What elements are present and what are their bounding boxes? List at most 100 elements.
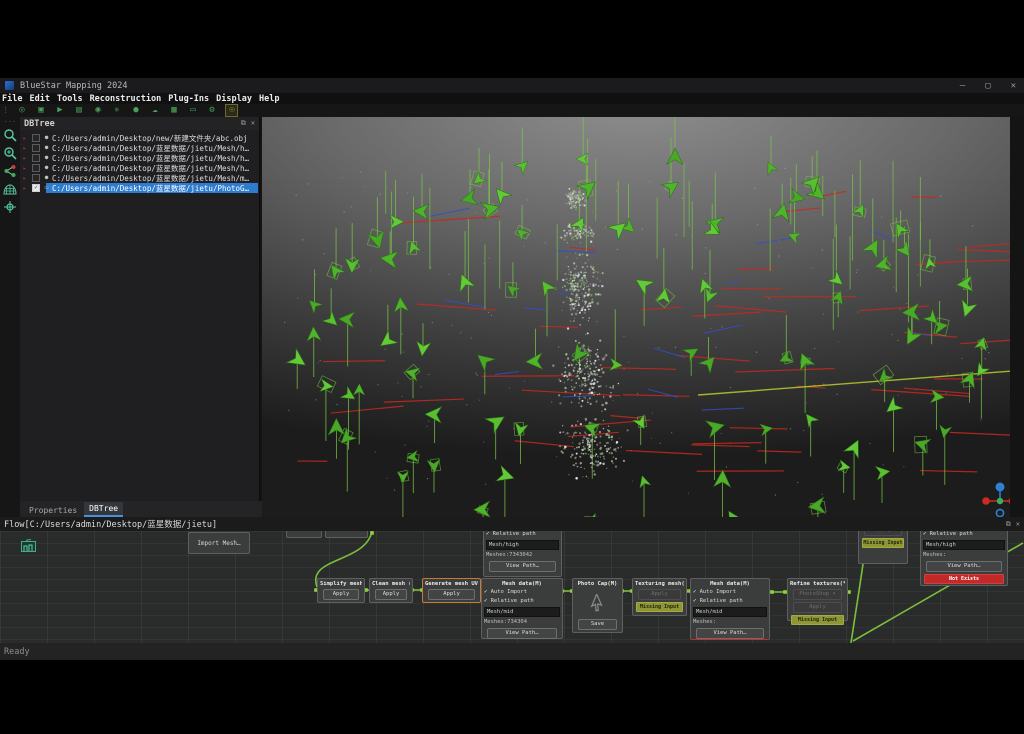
cloud-icon[interactable]: ☁ — [149, 105, 160, 116]
flow-node-generate-mesh-uv[interactable]: Generate mesh UV(*)Apply — [422, 578, 481, 603]
node-title: Mesh data(M) — [484, 581, 560, 587]
flow-node-clean-mesh[interactable]: Clean mesh (*)Apply — [369, 578, 413, 603]
flow-folder-icon[interactable] — [21, 537, 36, 556]
node-button[interactable]: View Path… — [489, 561, 556, 572]
main-area: ··· DBTree ⧉ ✕ ▸●C:/Users/admin/Desktop/… — [0, 117, 1024, 517]
close-button[interactable]: ✕ — [1011, 81, 1016, 91]
node-button[interactable]: View Path… — [696, 628, 764, 639]
node-button[interactable]: View Path… — [487, 628, 557, 639]
float-panel-icon[interactable]: ⧉ — [1006, 520, 1011, 529]
tree-item[interactable]: ▸●C:/Users/admin/Desktop/蓝星数据/jietu/Mesh… — [20, 173, 259, 183]
tree-item-checkbox[interactable] — [32, 134, 40, 142]
node-checkbox[interactable]: ✓ Relative path — [693, 598, 767, 605]
tab-properties[interactable]: Properties — [24, 504, 82, 517]
tree-expand-icon[interactable]: ▸ — [20, 135, 29, 142]
node-button-disabled: Apply — [638, 589, 681, 600]
node-button[interactable]: Apply — [375, 589, 407, 600]
menu-item-reconstruction[interactable]: Reconstruction — [90, 94, 162, 104]
viewport-3d[interactable] — [262, 117, 1010, 517]
menu-item-plug-ins[interactable]: Plug-Ins — [168, 94, 209, 104]
node-button[interactable]: Save — [578, 619, 617, 630]
flow-node-simplify-mesh[interactable]: Simplify mesh(*)Apply — [317, 578, 365, 603]
flow-node-refine-textures[interactable]: Refine textures(*)PhotoShop ▾ApplyMissin… — [787, 578, 848, 621]
tree-item-checkbox[interactable] — [32, 154, 40, 162]
node-title: Photo Cap(M) — [575, 581, 620, 587]
node-path-input[interactable]: Mesh/high — [923, 540, 1005, 550]
menu-item-file[interactable]: File — [2, 94, 22, 104]
menu-item-help[interactable]: Help — [259, 94, 279, 104]
tree-expand-icon[interactable]: ▸ — [20, 175, 29, 182]
node-info-text: Meshes:734304 — [484, 619, 560, 626]
flow-node-photo-cap[interactable]: Photo Cap(M) Save — [572, 578, 623, 633]
flow-node-stub-c[interactable]: ApplyMissing Input — [858, 531, 908, 564]
tree-expand-icon[interactable]: ▸ — [20, 155, 29, 162]
node-path-input[interactable]: Mesh/mid — [484, 607, 560, 617]
document-icon[interactable]: ▤ — [73, 105, 84, 116]
layers-icon[interactable]: ▦ — [168, 105, 179, 116]
tree-item[interactable]: ▸✓▭C:/Users/admin/Desktop/蓝星数据/jietu/Pho… — [20, 183, 259, 193]
flow-node-mesh-data-mid[interactable]: Mesh data(M) ✓ Auto Import ✓ Relative path… — [481, 578, 563, 639]
tree-expand-icon[interactable]: ▸ — [20, 145, 29, 152]
status-bar: Ready — [0, 643, 1024, 660]
pointer-icon[interactable]: ▶ — [54, 105, 65, 116]
tree-item[interactable]: ▸●C:/Users/admin/Desktop/new/新建文件夹/abc.o… — [20, 133, 259, 143]
tab-dbtree[interactable]: DBTree — [84, 502, 123, 517]
navigate-target-icon[interactable]: ◎ — [16, 105, 27, 116]
viewport-scene — [262, 117, 1010, 517]
node-checkbox[interactable]: ✓ Auto Import — [693, 589, 767, 596]
float-panel-icon[interactable]: ⧉ — [241, 119, 246, 128]
tree-item-checkbox[interactable] — [32, 174, 40, 182]
node-checkbox[interactable]: ✓ Auto Import — [484, 589, 560, 596]
memory-card-icon[interactable]: ▭ — [187, 105, 198, 116]
node-dot-icon: ● — [43, 163, 50, 173]
node-path-input[interactable]: Mesh/high — [486, 540, 559, 550]
flow-node-mesh-data-high-top[interactable]: ✓ Relative pathMesh/highMeshes:7343042Vi… — [483, 531, 562, 577]
maximize-button[interactable]: ▢ — [985, 81, 990, 91]
flow-node-mesh-data-high-right[interactable]: ✓ Relative path Mesh/high Meshes: View Path… — [920, 531, 1008, 586]
node-button[interactable]: Apply — [323, 589, 359, 600]
tree-item-checkbox[interactable] — [32, 164, 40, 172]
node-button[interactable]: View Path… — [926, 561, 1002, 572]
tree-item[interactable]: ▸●C:/Users/admin/Desktop/蓝星数据/jietu/Mesh… — [20, 163, 259, 173]
settings-icon[interactable]: ⚙ — [206, 105, 217, 116]
mesh-dome-icon[interactable] — [3, 182, 18, 196]
flow-node-stub-b[interactable] — [325, 531, 368, 538]
zoom-select-icon[interactable] — [3, 146, 18, 160]
node-info-text: Meshes: — [923, 552, 1005, 559]
toolbar-grip: ⁞ — [3, 106, 8, 116]
flow-node-stub-a[interactable] — [286, 531, 322, 538]
menu-item-edit[interactable]: Edit — [29, 94, 49, 104]
tree-item[interactable]: ▸●C:/Users/admin/Desktop/蓝星数据/jietu/Mesh… — [20, 153, 259, 163]
tree-item[interactable]: ▸●C:/Users/admin/Desktop/蓝星数据/jietu/Mesh… — [20, 143, 259, 153]
leftstrip-grip: ··· — [4, 120, 17, 124]
record-disc-icon[interactable]: ◉ — [92, 105, 103, 116]
node-checkbox[interactable]: ✓ Relative path — [923, 531, 1005, 538]
move-crosshair-icon[interactable] — [3, 200, 18, 214]
close-panel-icon[interactable]: ✕ — [251, 119, 255, 128]
axes-icon[interactable]: ✳ — [111, 105, 122, 116]
node-checkbox[interactable]: ✓ Relative path — [484, 598, 560, 605]
tree-expand-icon[interactable]: ▸ — [20, 165, 29, 172]
import-project-icon[interactable]: ▣ — [35, 105, 46, 116]
tree-item-checkbox[interactable] — [32, 144, 40, 152]
sphere-icon[interactable]: ● — [130, 105, 141, 116]
tree-item-checkbox[interactable]: ✓ — [32, 184, 40, 192]
node-path-input[interactable]: Mesh/mid — [693, 607, 767, 617]
share-nodes-icon[interactable] — [3, 164, 18, 178]
close-panel-icon[interactable]: ✕ — [1016, 520, 1020, 529]
bulb-icon[interactable]: ☉ — [225, 104, 238, 117]
flow-node-import-mesh[interactable]: Import Mesh… — [188, 532, 250, 554]
node-button[interactable]: Apply — [428, 589, 475, 600]
missing-input-badge: Missing Input — [862, 538, 904, 548]
minimize-button[interactable]: – — [960, 81, 965, 91]
wire-port-dot — [770, 590, 774, 594]
flow-canvas[interactable]: Import Mesh… Simplify mesh(*)ApplyClean m… — [0, 531, 1024, 643]
flow-node-mesh-data-mid-2[interactable]: Mesh data(M)✓ Auto Import✓ Relative path… — [690, 578, 770, 640]
menu-item-tools[interactable]: Tools — [57, 94, 83, 104]
tree-expand-icon[interactable]: ▸ — [20, 185, 29, 192]
window-controls: – ▢ ✕ — [960, 81, 1016, 91]
menu-item-display[interactable]: Display — [216, 94, 252, 104]
node-checkbox[interactable]: ✓ Relative path — [486, 531, 559, 538]
search-icon[interactable] — [3, 128, 18, 142]
flow-node-texturing-mesh[interactable]: Texturing mesh(*)ApplyMissing Input — [632, 578, 687, 616]
